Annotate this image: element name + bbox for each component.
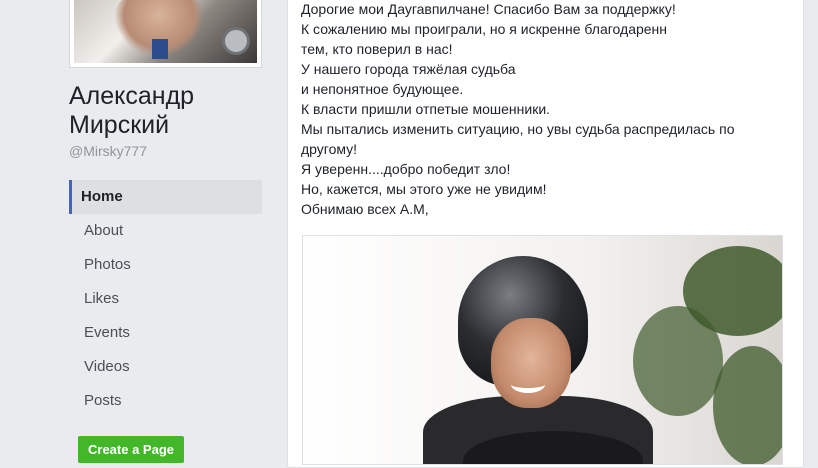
post-line: Мы пытались изменить ситуацию, но увы су… bbox=[301, 121, 735, 137]
page-nav: Home About Photos Likes Events Videos Po… bbox=[69, 180, 262, 418]
photo-cuff bbox=[152, 39, 168, 59]
page-title[interactable]: Александр Мирский bbox=[69, 82, 269, 140]
nav-item-about[interactable]: About bbox=[69, 214, 262, 248]
nav-item-home[interactable]: Home bbox=[69, 180, 262, 214]
post-text: Дорогие мои Даугавпилчане! Спасибо Вам з… bbox=[301, 0, 781, 219]
post-line: К власти пришли отпетые мошенники. bbox=[301, 101, 551, 117]
profile-picture[interactable] bbox=[69, 0, 262, 68]
nav-item-posts[interactable]: Posts bbox=[69, 384, 262, 418]
post-line: Но, кажется, мы этого уже не увидим! bbox=[301, 181, 547, 197]
post-line: К сожалению мы проиграли, но я искренне … bbox=[301, 21, 668, 37]
photo-palm bbox=[713, 346, 782, 464]
nav-item-videos[interactable]: Videos bbox=[69, 350, 262, 384]
photo-smile bbox=[511, 376, 545, 393]
post-line: У нашего города тяжёлая судьба bbox=[301, 61, 516, 77]
post-line: другому! bbox=[301, 141, 358, 157]
photo-watch bbox=[222, 27, 250, 55]
post-card: Дорогие мои Даугавпилчане! Спасибо Вам з… bbox=[287, 0, 804, 468]
photo-face bbox=[491, 318, 571, 408]
nav-item-events[interactable]: Events bbox=[69, 316, 262, 350]
page-handle[interactable]: @Mirsky777 bbox=[69, 143, 147, 159]
create-page-button[interactable]: Create a Page bbox=[78, 436, 184, 463]
post-line: Дорогие мои Даугавпилчане! Спасибо Вам з… bbox=[301, 1, 676, 17]
left-column: Александр Мирский @Mirsky777 Home About … bbox=[0, 0, 275, 463]
photo-palm bbox=[633, 306, 723, 416]
nav-item-photos[interactable]: Photos bbox=[69, 248, 262, 282]
post-line: Обнимаю всех А.М, bbox=[301, 201, 429, 217]
post-line: и непонятное будующее. bbox=[301, 81, 464, 97]
post-photo[interactable] bbox=[302, 235, 783, 465]
post-line: Я уверенн....добро победит зло! bbox=[301, 161, 511, 177]
post-line: тем, кто поверил в нас! bbox=[301, 41, 453, 57]
nav-item-likes[interactable]: Likes bbox=[69, 282, 262, 316]
profile-photo bbox=[74, 0, 257, 63]
